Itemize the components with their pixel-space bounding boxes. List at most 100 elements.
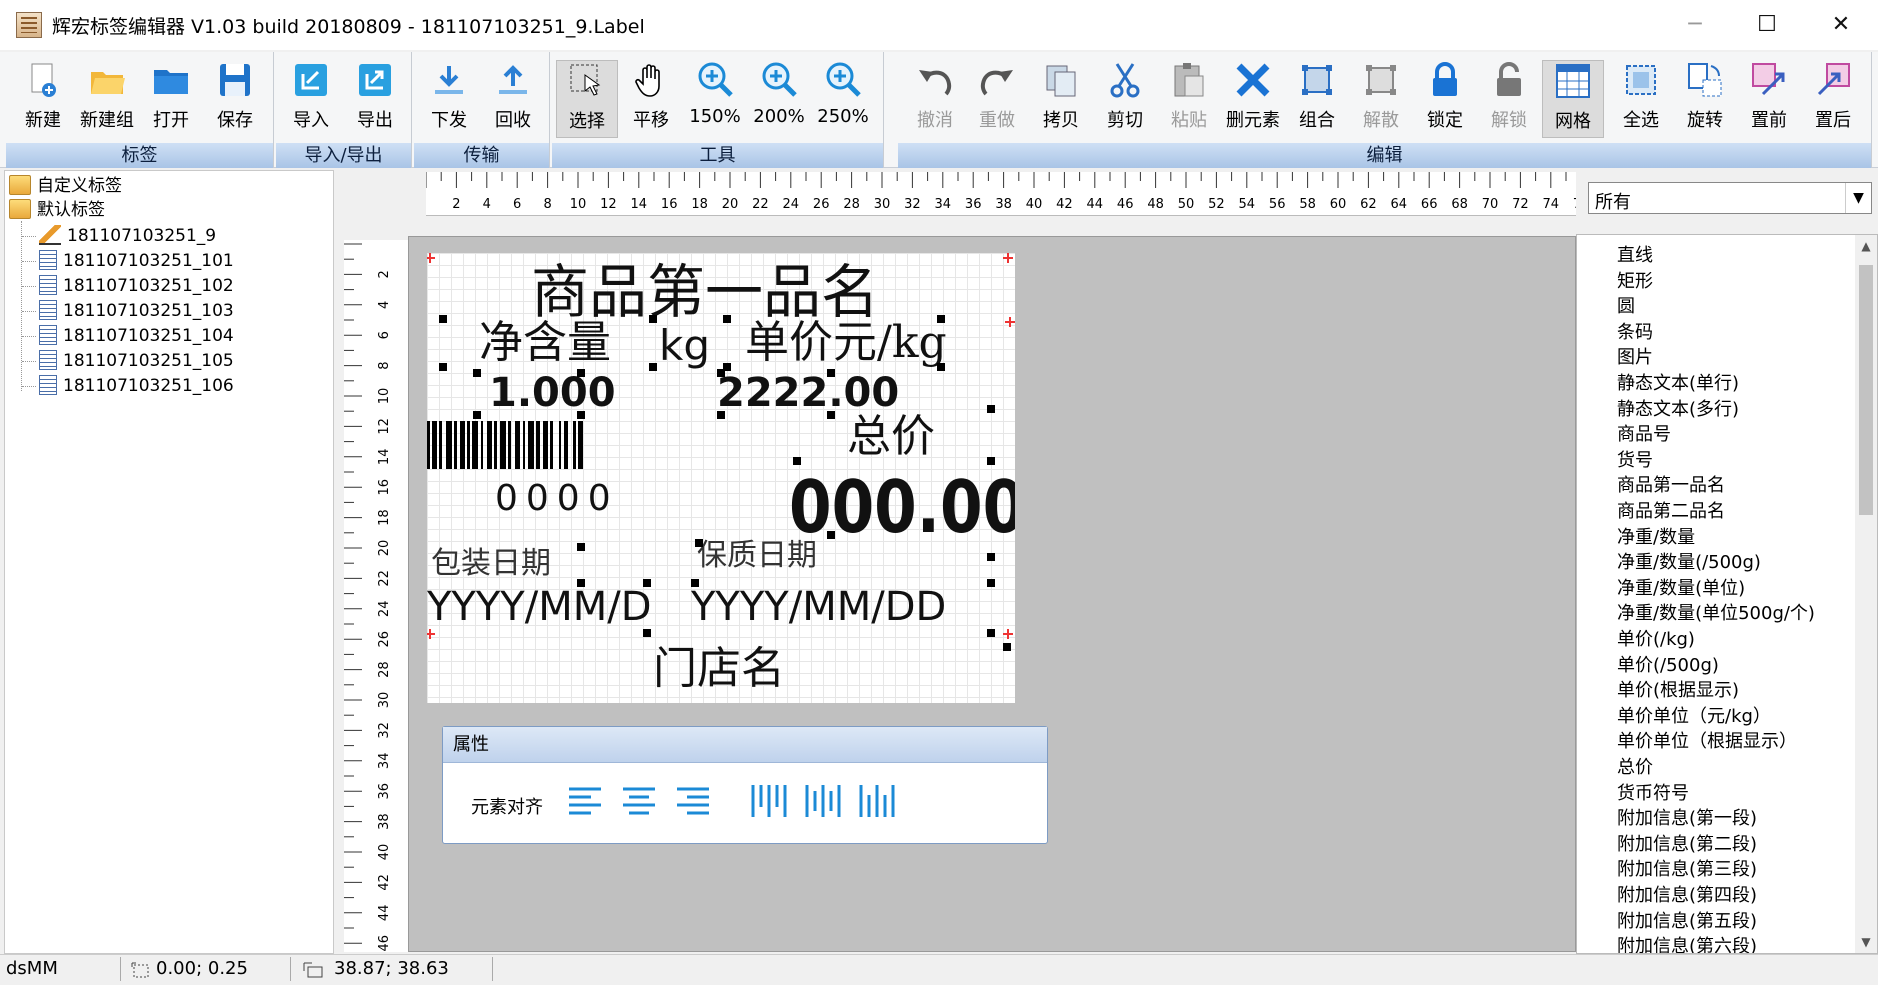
element-type-item[interactable]: 圆 <box>1617 292 1635 318</box>
element-type-item[interactable]: 单价单位（根据显示） <box>1617 727 1797 753</box>
scrollbar[interactable]: ▲ ▼ <box>1855 235 1877 953</box>
element-type-item[interactable]: 商品号 <box>1617 420 1671 446</box>
selection-handle[interactable] <box>717 411 725 419</box>
selection-handle[interactable] <box>717 369 725 377</box>
pan-tool[interactable]: 平移 <box>620 60 682 138</box>
chevron-down-icon[interactable]: ▼ <box>1855 931 1877 953</box>
label-pack-date[interactable]: YYYY/MM/D <box>427 587 652 627</box>
selection-handle[interactable] <box>577 579 585 587</box>
tree-item-label[interactable]: 181107103251_105 <box>39 348 234 374</box>
label-barcode[interactable] <box>427 421 709 469</box>
element-type-item[interactable]: 单价单位（元/kg） <box>1617 702 1771 728</box>
tree-item-label[interactable]: 181107103251_106 <box>39 373 234 399</box>
selection-handle[interactable] <box>1003 643 1011 651</box>
align-middle-icon[interactable] <box>803 781 843 821</box>
align-center-icon[interactable] <box>619 781 659 821</box>
minimize-button[interactable]: ─ <box>1668 8 1722 42</box>
selection-handle[interactable] <box>577 543 585 551</box>
copy-button[interactable]: 拷贝 <box>1030 60 1092 138</box>
tree-item-label[interactable]: 181107103251_101 <box>39 248 234 274</box>
save-button[interactable]: 保存 <box>204 60 266 138</box>
tree-item-label[interactable]: 181107103251_9 <box>39 223 216 249</box>
download-button[interactable]: 下发 <box>418 60 480 138</box>
chevron-down-icon[interactable]: ▼ <box>1845 183 1871 213</box>
new-group-button[interactable]: 新建组 <box>76 60 138 138</box>
selection-handle[interactable] <box>691 579 699 587</box>
tree-item-label[interactable]: 181107103251_103 <box>39 298 234 324</box>
open-button[interactable]: 打开 <box>140 60 202 138</box>
element-type-item[interactable]: 单价(/kg) <box>1617 625 1695 651</box>
label-store-name[interactable]: 门店名 <box>653 647 785 691</box>
element-type-item[interactable]: 附加信息(第四段) <box>1617 881 1757 907</box>
element-type-item[interactable]: 净重/数量 <box>1617 523 1695 549</box>
selection-handle[interactable] <box>577 369 585 377</box>
recall-button[interactable]: 回收 <box>482 60 544 138</box>
selection-handle[interactable] <box>827 411 835 419</box>
import-button[interactable]: 导入 <box>280 60 342 138</box>
zoom-200-button[interactable]: 200% <box>748 60 810 138</box>
element-type-item[interactable]: 货币符号 <box>1617 779 1689 805</box>
element-type-item[interactable]: 商品第二品名 <box>1617 497 1725 523</box>
element-type-item[interactable]: 附加信息(第三段) <box>1617 855 1757 881</box>
element-type-item[interactable]: 货号 <box>1617 446 1653 472</box>
bring-front-button[interactable]: 置前 <box>1738 60 1800 138</box>
element-type-item[interactable]: 总价 <box>1617 753 1653 779</box>
element-type-item[interactable]: 净重/数量(单位500g/个) <box>1617 599 1815 625</box>
selection-handle[interactable] <box>473 411 481 419</box>
element-type-item[interactable]: 净重/数量(/500g) <box>1617 548 1761 574</box>
element-type-item[interactable]: 静态文本(多行) <box>1617 395 1739 421</box>
label-expire-caption[interactable]: 保质日期 <box>697 541 817 571</box>
selection-handle[interactable] <box>987 457 995 465</box>
selection-handle[interactable] <box>643 579 651 587</box>
element-type-item[interactable]: 附加信息(第二段) <box>1617 830 1757 856</box>
label-total-value[interactable]: 000.00 <box>789 471 1015 543</box>
selection-handle[interactable] <box>695 539 703 547</box>
ungroup-button[interactable]: 解散 <box>1350 60 1412 138</box>
maximize-button[interactable]: ☐ <box>1740 8 1794 42</box>
cut-button[interactable]: 剪切 <box>1094 60 1156 138</box>
selection-handle[interactable] <box>987 579 995 587</box>
tree-item-label[interactable]: 181107103251_104 <box>39 323 234 349</box>
selection-handle[interactable] <box>723 315 731 323</box>
zoom-250-button[interactable]: 250% <box>812 60 874 138</box>
select-tool[interactable]: 选择 <box>556 60 618 138</box>
lock-button[interactable]: 锁定 <box>1414 60 1476 138</box>
tree-folder-default[interactable]: 默认标签 <box>9 197 105 223</box>
selection-handle[interactable] <box>649 363 657 371</box>
element-filter-select[interactable]: 所有 ▼ <box>1588 182 1872 214</box>
label-product-name[interactable]: 商品第一品名 <box>531 263 879 321</box>
grid-toggle-button[interactable]: 网格 <box>1542 60 1604 138</box>
align-top-icon[interactable] <box>749 781 789 821</box>
paste-button[interactable]: 粘贴 <box>1158 60 1220 138</box>
label-expire-date[interactable]: YYYY/MM/DD <box>691 587 946 627</box>
chevron-up-icon[interactable]: ▲ <box>1855 235 1877 257</box>
element-type-item[interactable]: 图片 <box>1617 343 1653 369</box>
send-back-button[interactable]: 置后 <box>1802 60 1864 138</box>
selection-handle[interactable] <box>937 363 945 371</box>
selection-handle[interactable] <box>937 315 945 323</box>
scroll-thumb[interactable] <box>1859 265 1873 515</box>
element-type-item[interactable]: 条码 <box>1617 318 1653 344</box>
tree-item-label[interactable]: 181107103251_102 <box>39 273 234 299</box>
element-type-item[interactable]: 附加信息(第六段) <box>1617 932 1757 953</box>
delete-element-button[interactable]: 删元素 <box>1222 60 1284 138</box>
selection-handle[interactable] <box>473 369 481 377</box>
label-price-caption[interactable]: 单价元/kg <box>745 321 947 365</box>
label-total-caption[interactable]: 总价 <box>847 415 935 459</box>
element-type-item[interactable]: 附加信息(第五段) <box>1617 907 1757 933</box>
rotate-button[interactable]: 旋转 <box>1674 60 1736 138</box>
align-right-icon[interactable] <box>673 781 713 821</box>
selection-handle[interactable] <box>793 457 801 465</box>
element-type-item[interactable]: 直线 <box>1617 241 1653 267</box>
group-button[interactable]: 组合 <box>1286 60 1348 138</box>
selection-handle[interactable] <box>439 363 447 371</box>
label-design[interactable]: 商品第一品名 净含量 kg 单价元/kg 1.000 2222.00 总价 00… <box>427 253 1015 703</box>
unlock-button[interactable]: 解锁 <box>1478 60 1540 138</box>
label-net-caption[interactable]: 净含量 <box>479 321 611 365</box>
selection-handle[interactable] <box>577 411 585 419</box>
export-button[interactable]: 导出 <box>344 60 406 138</box>
align-bottom-icon[interactable] <box>857 781 897 821</box>
design-canvas[interactable]: 商品第一品名 净含量 kg 单价元/kg 1.000 2222.00 总价 00… <box>408 236 1576 952</box>
element-type-item[interactable]: 净重/数量(单位) <box>1617 574 1745 600</box>
element-type-item[interactable]: 单价(/500g) <box>1617 651 1719 677</box>
